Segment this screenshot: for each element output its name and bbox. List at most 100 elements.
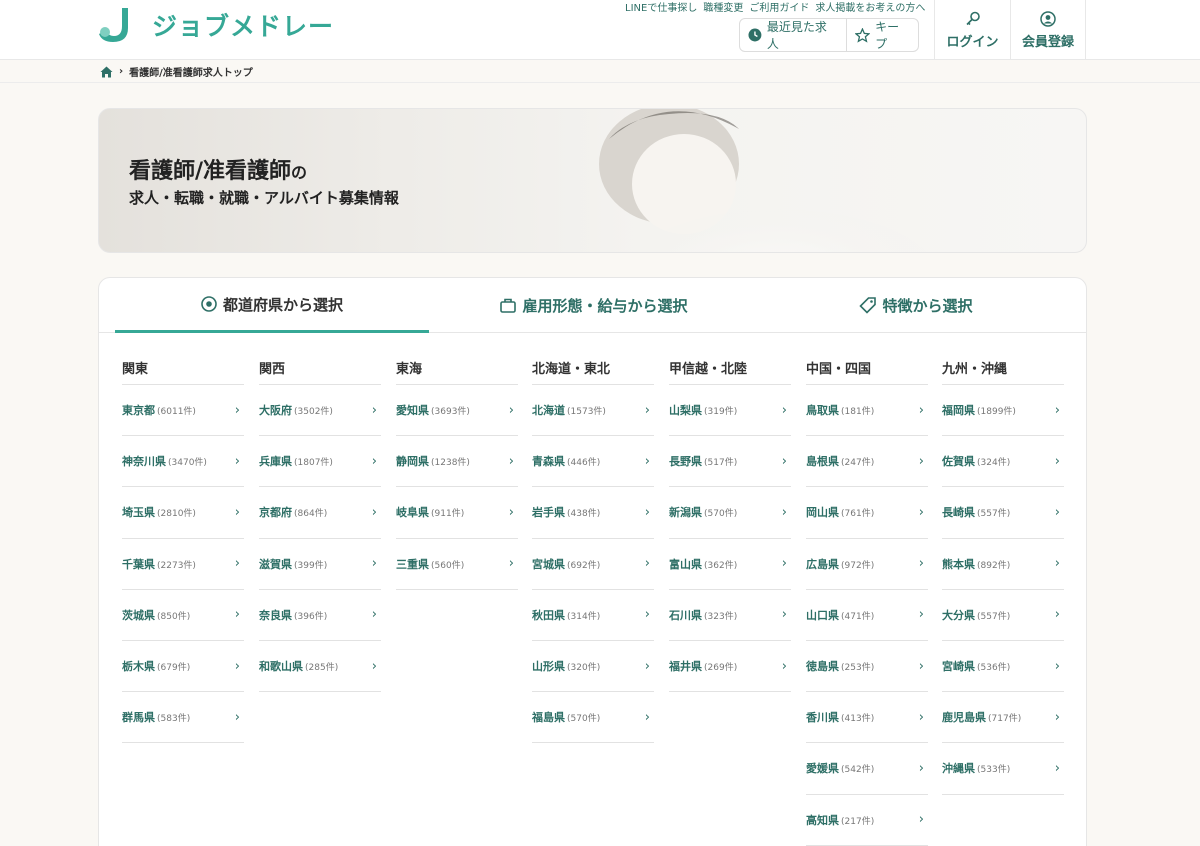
prefecture-link[interactable]: 埼玉県 (2810件) › [122,487,244,539]
recent-jobs-button[interactable]: 最近見た求人 [740,19,846,51]
region-heading: 東海 [396,358,518,385]
register-label: 会員登録 [1021,34,1074,50]
chevron-right-icon: › [644,556,650,572]
region-heading: 九州・沖縄 [942,358,1064,385]
prefecture-link[interactable]: 秋田県 (314件) › [532,590,654,641]
prefecture-link[interactable]: 山形県 (320件) › [532,641,654,693]
prefecture-name: 青森県 (446件) [532,453,600,469]
prefecture-label: 長崎県 [942,506,975,520]
prefecture-link[interactable]: 熊本県 (892件) › [942,539,1064,590]
prefecture-link[interactable]: 島根県 (247件) › [806,436,928,488]
prefecture-link[interactable]: 愛媛県 (542件) › [806,743,928,795]
tab-feature[interactable]: 特徴から選択 [759,278,1073,333]
chevron-right-icon: › [234,402,240,418]
prefecture-link[interactable]: 和歌山県 (285件) › [259,641,381,693]
prefecture-name: 千葉県 (2273件) [122,556,196,572]
prefecture-name: 宮崎県 (536件) [942,658,1010,674]
job-count: (570件) [704,509,738,520]
prefecture-link[interactable]: 佐賀県 (324件) › [942,436,1064,488]
prefecture-link[interactable]: 神奈川県 (3470件) › [122,436,244,488]
prefecture-link[interactable]: 福岡県 (1899件) › [942,385,1064,437]
prefecture-name: 徳島県 (253件) [806,658,874,674]
tab-prefecture[interactable]: 都道府県から選択 [115,278,429,333]
logo[interactable]: ジョブメドレー [98,6,334,44]
prefecture-link[interactable]: 長野県 (517件) › [669,436,791,488]
prefecture-link[interactable]: 群馬県 (583件) › [122,692,244,744]
prefecture-link[interactable]: 三重県 (560件) › [396,539,518,590]
prefecture-link[interactable]: 広島県 (972件) › [806,539,928,590]
chevron-right-icon: › [234,556,240,572]
prefecture-link[interactable]: 鳥取県 (181件) › [806,385,928,437]
prefecture-link[interactable]: 千葉県 (2273件) › [122,539,244,590]
prefecture-link[interactable]: 岐阜県 (911件) › [396,487,518,539]
prefecture-link[interactable]: 鹿児島県 (717件) › [942,692,1064,744]
register-button[interactable]: 会員登録 [1010,0,1086,60]
prefecture-link[interactable]: 高知県 (217件) › [806,795,928,846]
chevron-right-icon: › [119,66,124,77]
chevron-right-icon: › [781,607,787,623]
login-button[interactable]: ログイン [934,0,1010,60]
job-count: (911件) [431,509,465,520]
search-panel: 都道府県から選択 雇用形態・給与から選択 特徴から選択 関東 東京都 (6011件)… [98,277,1087,846]
prefecture-link[interactable]: 富山県 (362件) › [669,539,791,590]
prefecture-link[interactable]: 滋賀県 (399件) › [259,539,381,590]
chevron-right-icon: › [918,812,924,828]
job-count: (1238件) [431,458,470,469]
job-count: (679件) [157,663,191,674]
chevron-right-icon: › [918,709,924,725]
prefecture-link[interactable]: 香川県 (413件) › [806,692,928,744]
prefecture-link[interactable]: 岡山県 (761件) › [806,487,928,539]
prefecture-link[interactable]: 静岡県 (1238件) › [396,436,518,488]
prefecture-label: 島根県 [806,455,839,469]
user-guide-link[interactable]: ご利用ガイド [749,3,809,14]
job-count: (536件) [977,663,1011,674]
prefecture-link[interactable]: 山梨県 (319件) › [669,385,791,437]
line-job-search-link[interactable]: LINEで仕事探し [625,3,697,14]
prefecture-link[interactable]: 青森県 (446件) › [532,436,654,488]
prefecture-link[interactable]: 北海道 (1573件) › [532,385,654,437]
prefecture-link[interactable]: 福島県 (570件) › [532,692,654,744]
home-icon[interactable] [100,66,113,78]
prefecture-link[interactable]: 新潟県 (570件) › [669,487,791,539]
prefecture-link[interactable]: 愛知県 (3693件) › [396,385,518,437]
prefecture-label: 岡山県 [806,506,839,520]
chevron-right-icon: › [234,453,240,469]
prefecture-link[interactable]: 奈良県 (396件) › [259,590,381,641]
prefecture-link[interactable]: 徳島県 (253件) › [806,641,928,693]
chevron-right-icon: › [508,453,514,469]
chevron-right-icon: › [234,607,240,623]
region-heading: 甲信越・北陸 [669,358,791,385]
keep-button[interactable]: キープ [846,19,918,51]
prefecture-link[interactable]: 福井県 (269件) › [669,641,791,693]
prefecture-link[interactable]: 栃木県 (679件) › [122,641,244,693]
prefecture-link[interactable]: 石川県 (323件) › [669,590,791,641]
prefecture-link[interactable]: 兵庫県 (1807件) › [259,436,381,488]
prefecture-link[interactable]: 宮崎県 (536件) › [942,641,1064,693]
prefecture-name: 北海道 (1573件) [532,402,606,418]
employer-link[interactable]: 求人掲載をお考えの方へ [815,3,925,14]
prefecture-name: 岩手県 (438件) [532,504,600,520]
tab-prefecture-label: 都道府県から選択 [222,295,343,314]
prefecture-name: 京都府 (864件) [259,504,327,520]
prefecture-link[interactable]: 長崎県 (557件) › [942,487,1064,539]
prefecture-label: 茨城県 [122,608,155,622]
job-count: (285件) [305,663,339,674]
prefecture-link[interactable]: 沖縄県 (533件) › [942,743,1064,795]
prefecture-name: 大阪府 (3502件) [259,402,333,418]
prefecture-link[interactable]: 東京都 (6011件) › [122,385,244,437]
prefecture-link[interactable]: 山口県 (471件) › [806,590,928,641]
prefecture-link[interactable]: 大阪府 (3502件) › [259,385,381,437]
prefecture-label: 京都府 [259,506,292,520]
prefecture-link[interactable]: 京都府 (864件) › [259,487,381,539]
change-job-type-link[interactable]: 職種変更 [703,3,743,14]
prefecture-link[interactable]: 宮城県 (692件) › [532,539,654,590]
tab-employment[interactable]: 雇用形態・給与から選択 [437,278,751,333]
prefecture-link[interactable]: 茨城県 (850件) › [122,590,244,641]
tab-employment-label: 雇用形態・給与から選択 [522,297,688,315]
prefecture-link[interactable]: 大分県 (557件) › [942,590,1064,641]
chevron-right-icon: › [234,709,240,725]
chevron-right-icon: › [918,556,924,572]
region-heading: 北海道・東北 [532,358,654,385]
prefecture-link[interactable]: 岩手県 (438件) › [532,487,654,539]
key-icon [965,11,980,25]
